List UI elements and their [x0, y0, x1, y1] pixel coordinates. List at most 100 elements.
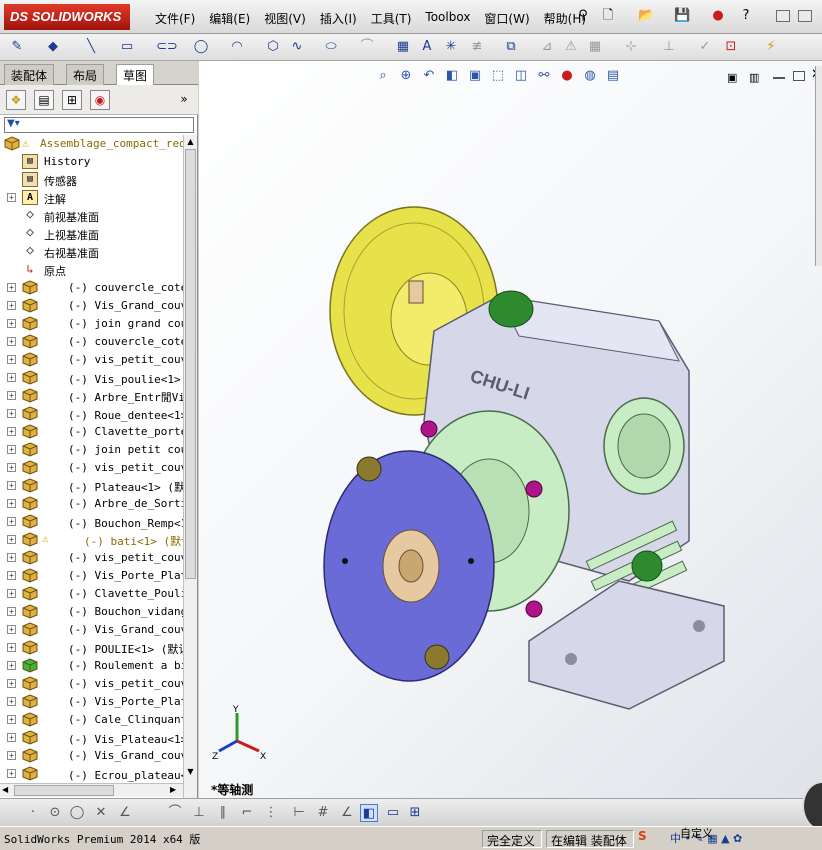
parallel-icon[interactable]: ∥	[214, 804, 232, 822]
slot-icon[interactable]: ⊂⊃	[156, 39, 178, 55]
menu-window[interactable]: 窗口(W)	[477, 10, 536, 27]
open-file-icon[interactable]: 📂	[638, 8, 654, 24]
move-icon[interactable]: ⊹	[622, 39, 640, 55]
circle-tool-icon[interactable]: ◯	[68, 804, 86, 822]
menu-file[interactable]: 文件(F)	[148, 10, 202, 27]
arc-icon[interactable]: ◠	[228, 39, 246, 55]
tree-item[interactable]: ◇ 前视基准面	[0, 207, 183, 225]
plate-nut-top[interactable]	[356, 456, 382, 482]
ime-icon[interactable]: S	[638, 829, 647, 843]
expand-toggle-icon[interactable]: +	[7, 409, 16, 418]
tree-item[interactable]: + (-) join grand couvercl	[0, 315, 183, 333]
tree-item[interactable]: + (-) Clavette_Poulie<1>	[0, 585, 183, 603]
tree-root[interactable]: ⚠ Assemblage_compact_reduc	[0, 135, 183, 153]
plate-nut-bottom[interactable]	[424, 644, 450, 670]
expand-toggle-icon[interactable]: +	[7, 301, 16, 310]
repair-icon[interactable]: ✓	[696, 39, 714, 55]
tree-item[interactable]: + (-) Arbre_de_Sortie<1>	[0, 495, 183, 513]
expand-toggle-icon[interactable]: +	[7, 553, 16, 562]
expand-toggle-icon[interactable]: +	[7, 427, 16, 436]
tree-item[interactable]: + (-) Cale_Clinquant<1> (	[0, 711, 183, 729]
tree-item[interactable]: + (-) Arbre_Entr閒Vis_san	[0, 387, 183, 405]
menu-insert[interactable]: 插入(I)	[313, 10, 364, 27]
expand-toggle-icon[interactable]: +	[7, 283, 16, 292]
help-icon[interactable]: ?	[738, 8, 754, 24]
line-icon[interactable]: ╲	[82, 39, 100, 55]
expand-toggle-icon[interactable]: +	[7, 319, 16, 328]
rebuild-icon[interactable]: ●	[710, 8, 726, 24]
restore-button[interactable]	[798, 10, 812, 22]
base-foot[interactable]	[528, 580, 725, 710]
grid-icon[interactable]: #	[314, 804, 332, 822]
expand-toggle-icon[interactable]: +	[7, 193, 16, 202]
tree-item[interactable]: + (-) Bouchon_vidange<1>	[0, 603, 183, 621]
graphics-area[interactable]: ⌕ ⊕ ↶ ◧ ▣ ⬚ ◫ ⚯ ● ◍ ▤ ▣ ▥ ✕ CHU-LI	[199, 61, 822, 798]
expand-toggle-icon[interactable]: +	[7, 697, 16, 706]
point-tool-icon[interactable]: ·	[24, 804, 42, 822]
filler-plug[interactable]	[488, 290, 534, 328]
expand-chevron-icon[interactable]: »	[174, 90, 194, 110]
tree-item[interactable]: + (-) Plateau<1> (默认<<默	[0, 477, 183, 495]
tree-item[interactable]: ◇ 上视基准面	[0, 225, 183, 243]
tree-item[interactable]: + (-) vis_petit_couvercle	[0, 675, 183, 693]
feature-manager-icon[interactable]: ❖	[6, 90, 26, 110]
tree-item[interactable]: + (-) Bouchon_Remp<1> (默	[0, 513, 183, 531]
tree-item[interactable]: + (-) Vis_Porte_Plateau<2	[0, 693, 183, 711]
expand-toggle-icon[interactable]: +	[7, 391, 16, 400]
ellipse-icon[interactable]: ⬭	[322, 39, 340, 55]
tree-item[interactable]: + (-) vis_petit_couvercle	[0, 549, 183, 567]
tree-item[interactable]: ▤ History	[0, 153, 183, 171]
hscroll-thumb[interactable]	[14, 785, 114, 796]
tree-item[interactable]: + (-) vis_petit_couvercle	[0, 459, 183, 477]
scroll-up-icon[interactable]: ▲	[185, 137, 196, 147]
expand-toggle-icon[interactable]: +	[7, 661, 16, 670]
tree-item[interactable]: ↳ 原点	[0, 261, 183, 279]
expand-toggle-icon[interactable]: +	[7, 517, 16, 526]
circle-icon[interactable]: ◯	[192, 39, 210, 55]
tree-item[interactable]: + (-) Vis_Porte_Plateau<1	[0, 567, 183, 585]
convert-icon[interactable]: ⧉	[502, 39, 520, 55]
rectangle-icon[interactable]: ▭	[118, 39, 136, 55]
tree-item[interactable]: + (-) join petit couvercl	[0, 441, 183, 459]
new-file-icon[interactable]: 🗋	[600, 8, 616, 24]
offset-icon[interactable]: ⊿	[538, 39, 556, 55]
tree-item[interactable]: + A 注解	[0, 189, 183, 207]
scroll-left-icon[interactable]: ◀	[2, 785, 12, 796]
tree-item[interactable]: + (-) Roue_dentee<1> (默认	[0, 405, 183, 423]
expand-toggle-icon[interactable]: +	[7, 589, 16, 598]
tree-item[interactable]: + (-) Vis_Plateau<1> (默认	[0, 729, 183, 747]
tree-item[interactable]: + (-) couvercle_cote_poul	[0, 333, 183, 351]
display-manager-icon[interactable]: ◉	[90, 90, 110, 110]
menu-view[interactable]: 视图(V)	[257, 10, 313, 27]
spline-icon[interactable]: ∿	[288, 39, 306, 55]
tree-item[interactable]: + (-) Vis_Grand_couvercle	[0, 747, 183, 765]
task-pane-strip[interactable]	[815, 66, 822, 266]
save-icon[interactable]: 💾	[674, 8, 690, 24]
center-point-icon[interactable]: ⊙	[46, 804, 64, 822]
menu-edit[interactable]: 编辑(E)	[202, 10, 257, 27]
tree-filter[interactable]: ▼▾	[4, 117, 194, 133]
tree-item[interactable]: + (-) Clavette_porte_plat	[0, 423, 183, 441]
pattern-icon[interactable]: ▦	[586, 39, 604, 55]
tree-horizontal-scrollbar[interactable]: ◀ ▶	[0, 783, 183, 797]
expand-toggle-icon[interactable]: +	[7, 751, 16, 760]
expand-toggle-icon[interactable]: +	[7, 373, 16, 382]
quick-snaps-icon[interactable]: ⊡	[722, 39, 740, 55]
3d-view-icon[interactable]: ◧	[360, 804, 378, 822]
expand-toggle-icon[interactable]: +	[7, 643, 16, 652]
pulley-screw[interactable]	[408, 280, 424, 304]
expand-toggle-icon[interactable]: +	[7, 535, 16, 544]
tab-sketch[interactable]: 草图	[116, 64, 155, 86]
trim-icon[interactable]: ≢	[468, 39, 486, 55]
intersection-icon[interactable]: ✕	[92, 804, 110, 822]
menu-tools[interactable]: 工具(T)	[364, 10, 419, 27]
tree-item[interactable]: + (-) Roulement a bille<1	[0, 657, 183, 675]
property-manager-icon[interactable]: ▤	[34, 90, 54, 110]
tree-vertical-scrollbar[interactable]: ▲ ▼	[183, 135, 197, 843]
scroll-thumb[interactable]	[185, 149, 196, 579]
perpendicular-icon[interactable]: ⊥	[190, 804, 208, 822]
pin-icon[interactable]: ⚲	[575, 8, 591, 24]
minimize-button[interactable]	[776, 10, 790, 22]
length-icon[interactable]: ⊢	[290, 804, 308, 822]
text-icon[interactable]: A	[418, 39, 436, 55]
